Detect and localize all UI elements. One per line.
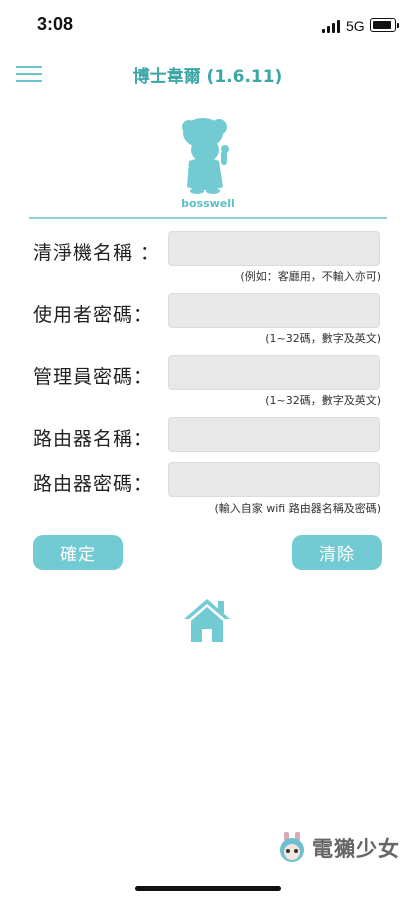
- logo-text: bosswell: [181, 197, 235, 210]
- clear-button[interactable]: 清除: [292, 535, 382, 570]
- status-bar: 3:08 5G: [0, 0, 415, 50]
- hint-admin-password: (1~32碼，數字及英文): [265, 394, 381, 407]
- home-indicator[interactable]: [135, 886, 281, 891]
- hint-purifier-name: (例如：客廳用，不輸入亦可): [240, 270, 381, 283]
- label-purifier-name: 清淨機名稱 ：: [33, 242, 161, 264]
- purifier-name-input[interactable]: [168, 231, 380, 266]
- label-admin-password: 管理員密碼：: [33, 366, 154, 388]
- watermark: 電獺少女: [278, 830, 400, 866]
- confirm-button[interactable]: 確定: [33, 535, 123, 570]
- header-divider: [29, 217, 387, 219]
- home-icon[interactable]: [183, 597, 231, 643]
- network-label: 5G: [346, 18, 365, 34]
- status-time: 3:08: [37, 14, 74, 34]
- router-name-input[interactable]: [168, 417, 380, 452]
- label-router-password: 路由器密碼：: [33, 473, 154, 495]
- hint-router-password: (輸入自家 wifi 路由器名稱及密碼): [214, 502, 381, 515]
- page-title: 博士韋爾 (1.6.11): [132, 67, 283, 87]
- admin-password-input[interactable]: [168, 355, 380, 390]
- signal-icon: [322, 20, 342, 33]
- watermark-text: 電獺少女: [312, 837, 400, 861]
- battery-icon: [370, 18, 399, 32]
- hint-user-password: (1~32碼，數字及英文): [265, 332, 381, 345]
- bosswell-logo: bosswell: [175, 117, 241, 211]
- mascot-icon: [182, 118, 229, 194]
- user-password-input[interactable]: [168, 293, 380, 328]
- label-user-password: 使用者密碼：: [33, 304, 154, 326]
- router-password-input[interactable]: [168, 462, 380, 497]
- label-router-name: 路由器名稱：: [33, 428, 154, 450]
- mascot-avatar-icon: [280, 832, 304, 862]
